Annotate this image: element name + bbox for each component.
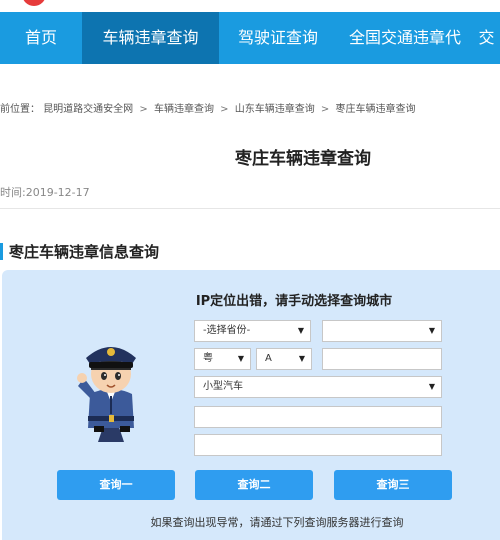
nav-item-vehicle-violation[interactable]: 车辆违章查询 xyxy=(82,12,219,64)
query-hint: 如果查询出现导常，请通过下列查询服务器进行查询 xyxy=(150,516,404,529)
query-button-2[interactable]: 查询二 xyxy=(195,470,313,500)
chevron-down-icon: ▼ xyxy=(237,354,244,363)
police-officer-illustration xyxy=(77,347,136,442)
breadcrumb-separator: > xyxy=(320,104,330,115)
plate-number-input[interactable] xyxy=(322,348,442,370)
query-input-1[interactable] xyxy=(194,406,442,428)
vehicle-type-select[interactable]: 小型汽车 ▼ xyxy=(194,376,442,398)
main-nav: 首页 车辆违章查询 驾驶证查询 全国交通违章代 交 xyxy=(0,12,500,64)
top-strip xyxy=(0,0,500,12)
plate-prefix-select[interactable]: 粤 ▼ xyxy=(194,348,251,370)
breadcrumb-current: 枣庄车辆违章查询 xyxy=(335,104,416,115)
breadcrumb-link-vehicle[interactable]: 车辆违章查询 xyxy=(154,104,214,115)
plate-letter-select[interactable]: A ▼ xyxy=(256,348,312,370)
breadcrumb-separator: > xyxy=(139,104,148,115)
query-heading: IP定位出错，请手动选择查询城市 xyxy=(195,294,393,309)
query-button-3[interactable]: 查询三 xyxy=(334,470,452,500)
city-select[interactable]: ▼ xyxy=(322,320,442,342)
query-button-1[interactable]: 查询一 xyxy=(57,470,175,500)
plate-prefix-value: 粤 xyxy=(203,353,213,364)
nav-item-national-violation[interactable]: 全国交通违章代 xyxy=(337,12,473,64)
section-title: 枣庄车辆违章信息查询 xyxy=(9,242,160,261)
chevron-down-icon: ▼ xyxy=(428,382,435,391)
breadcrumb-link-shandong[interactable]: 山东车辆违章查询 xyxy=(235,104,315,115)
page-title: 枣庄车辆违章查询 xyxy=(235,149,371,169)
chevron-down-icon: ▼ xyxy=(298,354,305,363)
province-select[interactable]: -选择省份- ▼ xyxy=(194,320,311,342)
breadcrumb-link-home[interactable]: 昆明道路交通安全网 xyxy=(43,104,133,115)
breadcrumb: 前位置： 昆明道路交通安全网 > 车辆违章查询 > 山东车辆违章查询 > 枣庄车… xyxy=(0,100,415,115)
section-accent-bar xyxy=(0,242,3,260)
nav-item-license-query[interactable]: 驾驶证查询 xyxy=(219,12,337,64)
province-select-value: -选择省份- xyxy=(203,325,251,336)
plate-letter-value: A xyxy=(265,353,272,364)
nav-item-home[interactable]: 首页 xyxy=(0,12,82,64)
divider xyxy=(0,208,500,209)
breadcrumb-separator: > xyxy=(220,104,229,115)
nav-item-more[interactable]: 交 xyxy=(473,12,500,64)
publish-time: 时间:2019-12-17 xyxy=(0,186,90,199)
section-header: 枣庄车辆违章信息查询 xyxy=(0,242,160,261)
chevron-down-icon: ▼ xyxy=(428,326,435,335)
vehicle-type-value: 小型汽车 xyxy=(203,381,243,392)
chevron-down-icon: ▼ xyxy=(297,326,304,335)
query-panel: IP定位出错，请手动选择查询城市 -选择省份- ▼ ▼ 粤 ▼ A ▼ 小型汽车… xyxy=(2,270,500,540)
breadcrumb-prefix: 前位置： xyxy=(0,104,40,115)
site-logo xyxy=(22,0,46,6)
query-input-2[interactable] xyxy=(194,434,442,456)
